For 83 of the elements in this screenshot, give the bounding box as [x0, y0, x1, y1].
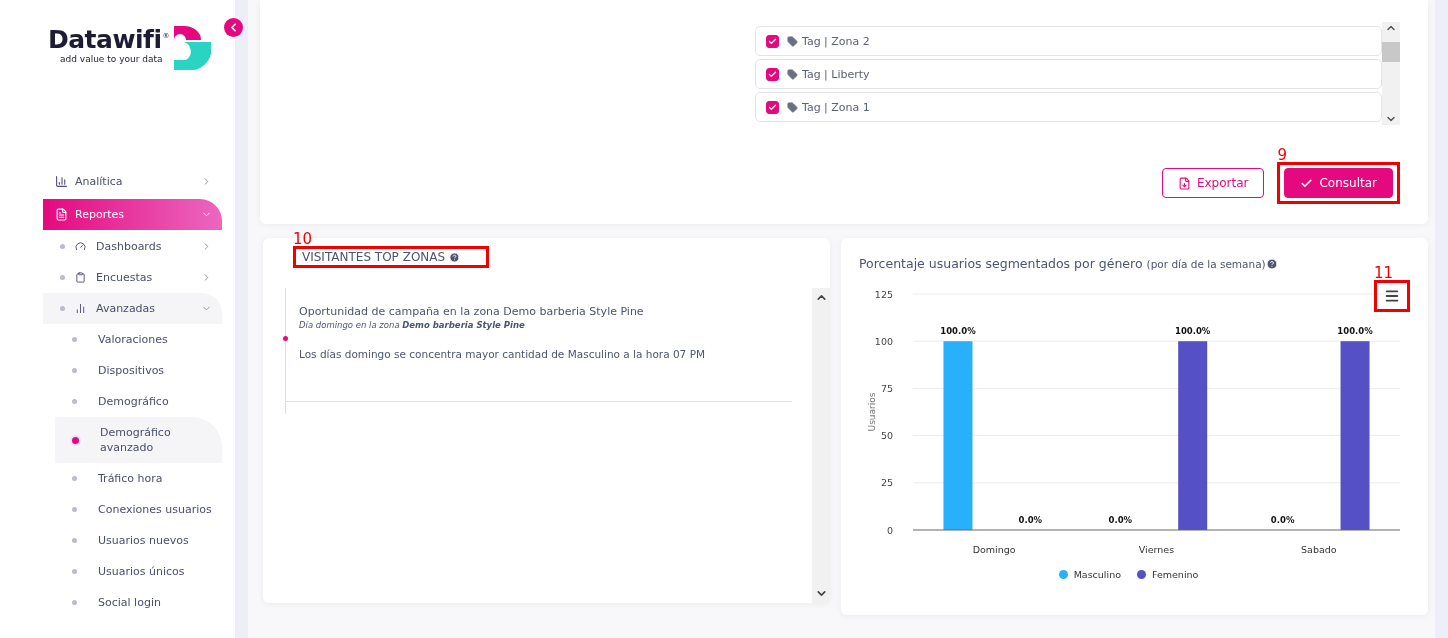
callout-number: 10 — [293, 230, 313, 248]
nav-subitem[interactable]: Demográfico avanzado — [55, 417, 222, 463]
logo-icon — [173, 26, 211, 70]
bullet-icon — [72, 368, 77, 373]
timeline-dot — [283, 336, 288, 341]
tag-label: Tag | Liberty — [802, 67, 870, 81]
chart-title: Porcentaje usuarios segmentados por género — [859, 256, 1143, 271]
bullet-icon — [72, 600, 77, 605]
tag-option[interactable]: Tag | Zona 1 — [755, 92, 1382, 122]
nav-subitem[interactable]: Dashboards — [43, 231, 222, 262]
help-icon[interactable] — [1265, 257, 1278, 270]
entry-title: Oportunidad de campaña en la zona Demo barberia Style Pine — [299, 305, 645, 318]
scrollbar[interactable] — [1382, 22, 1400, 125]
nav-subitem[interactable]: Tráfico hora — [55, 463, 222, 494]
callout-number: 11 — [1374, 264, 1394, 282]
checkbox[interactable] — [766, 67, 779, 81]
bullet-icon — [72, 538, 77, 543]
bullet-icon — [60, 306, 65, 311]
bullet-icon — [72, 569, 77, 574]
axis-tick: 100 — [874, 335, 893, 347]
callout-number: 9 — [1277, 146, 1288, 164]
document-icon — [55, 208, 68, 221]
value-label: 0.0% — [1018, 515, 1043, 525]
bullet-icon — [72, 476, 77, 481]
gauge-icon — [75, 241, 86, 252]
card-title: VISITANTES TOP ZONAS — [300, 250, 463, 264]
submit-button[interactable]: Consultar — [1284, 168, 1393, 198]
axis-tick: 50 — [880, 430, 893, 442]
axis-tick: 75 — [880, 382, 893, 394]
nav-subitem[interactable]: Encuestas — [43, 262, 222, 293]
bullet-icon — [72, 399, 77, 404]
nav-subitem[interactable]: Usuarios únicos — [55, 556, 222, 587]
value-label: 100.0% — [1175, 326, 1211, 337]
tag-icon — [787, 101, 798, 113]
bullet-icon — [60, 275, 65, 280]
scrollbar-thumb[interactable] — [1382, 42, 1400, 62]
nav-subitem[interactable]: Social login — [55, 587, 222, 618]
bullet-icon — [72, 436, 79, 444]
chart-icon — [55, 175, 68, 188]
axis-tick: Domingo — [972, 544, 1016, 555]
logo-tagline: add value to your data — [60, 54, 164, 64]
legend-item[interactable]: Femenino — [1136, 569, 1199, 580]
axis-label: Usuarios — [867, 392, 877, 432]
help-icon[interactable] — [449, 251, 461, 263]
tag-label: Tag | Zona 2 — [802, 34, 870, 48]
export-button[interactable]: Exportar — [1161, 168, 1265, 198]
bullet-icon — [60, 244, 65, 249]
nav-subitem[interactable]: Demográfico — [55, 386, 222, 417]
value-label: 100.0% — [1337, 326, 1373, 337]
tag-label: Tag | Zona 1 — [802, 100, 870, 114]
file-download-icon — [1177, 176, 1191, 190]
value-label: 100.0% — [940, 326, 976, 337]
check-icon — [1300, 176, 1314, 190]
nav-subitem[interactable]: Dispositivos — [55, 355, 222, 386]
nav-subitem[interactable]: Avanzadas — [43, 293, 222, 324]
nav-subitem[interactable]: Conexiones usuarios — [55, 494, 222, 525]
checkbox[interactable] — [766, 100, 779, 114]
tag-icon — [787, 68, 798, 80]
axis-tick: 0 — [886, 524, 893, 536]
scrollbar[interactable] — [812, 288, 830, 603]
bullet-icon — [72, 337, 77, 342]
nav-subitem[interactable]: Usuarios nuevos — [55, 525, 222, 556]
legend-item[interactable]: Masculino — [1058, 569, 1121, 580]
axis-tick: 25 — [880, 477, 893, 489]
axis-tick: Sabado — [1301, 544, 1337, 555]
nav-subitem[interactable]: Valoraciones — [55, 324, 222, 355]
logo-wordmark: Datawifi — [48, 26, 162, 54]
tag-option[interactable]: Tag | Liberty — [755, 59, 1382, 89]
entry-subtitle: Día domingo en la zona Demo barberia Style Pine — [299, 320, 526, 330]
value-label: 0.0% — [1270, 515, 1295, 525]
bullet-icon — [72, 507, 77, 512]
clipboard-icon — [75, 272, 86, 283]
value-label: 0.0% — [1108, 515, 1133, 525]
bar-chart-icon — [75, 303, 86, 314]
tag-option[interactable]: Tag | Zona 2 — [755, 26, 1382, 56]
axis-tick: 125 — [874, 288, 893, 300]
tag-icon — [787, 35, 798, 47]
nav-item[interactable]: Reportes — [43, 199, 222, 230]
chart-subtitle: (por día de la semana) — [1146, 258, 1266, 270]
entry-text: Los días domingo se concentra mayor cantidad de Masculino a la hora 07 PM — [299, 348, 707, 360]
checkbox[interactable] — [766, 34, 779, 48]
axis-tick: Viernes — [1138, 544, 1175, 555]
nav-item[interactable]: Analítica — [43, 166, 222, 197]
